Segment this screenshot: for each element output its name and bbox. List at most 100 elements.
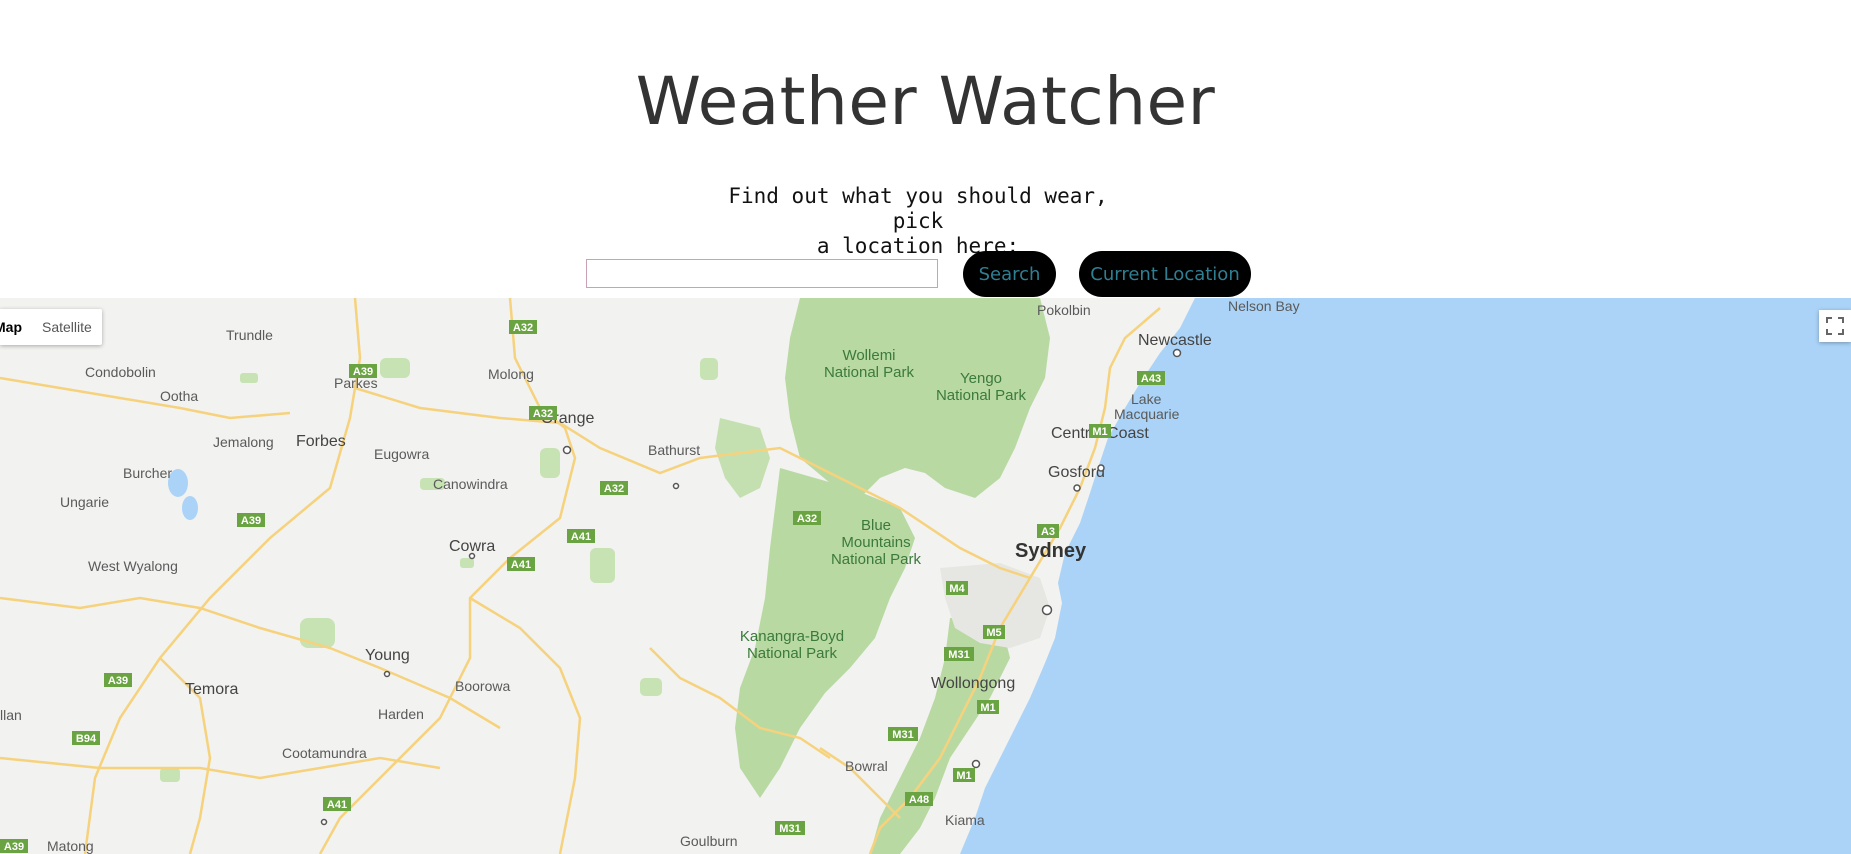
place-label: Eugowra xyxy=(374,446,429,462)
road-shield: M4 xyxy=(946,581,968,595)
svg-text:M5: M5 xyxy=(986,627,1001,639)
map-type-map-button[interactable]: Map xyxy=(0,309,32,345)
place-label: West Wyalong xyxy=(88,558,178,574)
place-label: Matong xyxy=(47,838,94,854)
park-label: Blue xyxy=(861,517,891,534)
park-label: National Park xyxy=(936,387,1027,404)
place-label: Goulburn xyxy=(680,833,738,849)
svg-text:A48: A48 xyxy=(909,794,929,806)
place-label: Temora xyxy=(185,681,238,698)
place-label: Boorowa xyxy=(455,678,510,694)
location-search-input[interactable] xyxy=(586,259,938,288)
road-shield: A41 xyxy=(323,797,351,811)
fullscreen-button[interactable] xyxy=(1819,310,1851,342)
road-shield: A43 xyxy=(1137,371,1165,385)
road-shield: A39 xyxy=(0,839,28,853)
place-label: Canowindra xyxy=(433,476,508,492)
park-label: Wollemi xyxy=(842,347,895,364)
place-label: Pokolbin xyxy=(1037,302,1091,318)
place-label: Lake xyxy=(1131,391,1162,407)
svg-text:M31: M31 xyxy=(892,729,913,741)
svg-text:A32: A32 xyxy=(513,322,533,334)
place-label: Kiama xyxy=(945,812,985,828)
road-shield: B94 xyxy=(72,731,100,745)
place-label: Harden xyxy=(378,706,424,722)
road-shield: A32 xyxy=(509,320,537,334)
place-label: Young xyxy=(365,647,410,664)
svg-text:A3: A3 xyxy=(1041,526,1055,538)
park-label: Mountains xyxy=(841,534,910,551)
road-shield: A39 xyxy=(237,513,265,527)
search-button[interactable]: Search xyxy=(963,251,1056,297)
svg-text:M1: M1 xyxy=(980,702,995,714)
road-shield: M31 xyxy=(888,727,918,741)
svg-text:M31: M31 xyxy=(948,649,969,661)
svg-text:A41: A41 xyxy=(511,559,531,571)
place-label: Bowral xyxy=(845,758,888,774)
place-label: Cootamundra xyxy=(282,745,367,761)
place-label: Nelson Bay xyxy=(1228,298,1300,314)
svg-text:M31: M31 xyxy=(779,823,800,835)
road-shield: A41 xyxy=(507,557,535,571)
park-label: National Park xyxy=(831,551,922,568)
svg-text:A32: A32 xyxy=(604,483,624,495)
svg-text:M1: M1 xyxy=(1092,426,1107,438)
road-shield: M1 xyxy=(1089,424,1111,438)
place-label: llan xyxy=(0,707,22,723)
road-shield: M31 xyxy=(775,821,805,835)
place-label: Forbes xyxy=(296,433,346,450)
road-shield: A3 xyxy=(1037,524,1059,538)
svg-text:A39: A39 xyxy=(4,841,24,853)
place-label: Burcher xyxy=(123,465,172,481)
road-shield: A39 xyxy=(349,364,377,378)
place-label: Newcastle xyxy=(1138,332,1212,349)
map[interactable]: Pokolbin Nelson Bay Newcastle Lake Macqu… xyxy=(0,298,1851,854)
road-shield: A48 xyxy=(905,792,933,806)
road-shield: A32 xyxy=(793,511,821,525)
current-location-button[interactable]: Current Location xyxy=(1079,251,1251,297)
road-shield: M31 xyxy=(944,647,974,661)
place-label: Macquarie xyxy=(1114,406,1180,422)
park-label: National Park xyxy=(747,645,838,662)
svg-text:A39: A39 xyxy=(108,675,128,687)
fullscreen-icon xyxy=(1826,317,1844,335)
road-shield: M5 xyxy=(983,625,1005,639)
road-shield: A41 xyxy=(567,529,595,543)
place-label: Molong xyxy=(488,366,534,382)
tagline: Find out what you should wear, pick a lo… xyxy=(700,184,1136,259)
road-shield: A39 xyxy=(104,673,132,687)
place-label: Cowra xyxy=(449,538,495,555)
place-label: Sydney xyxy=(1015,540,1087,562)
tagline-line-1: Find out what you should wear, pick xyxy=(728,184,1108,233)
place-label: Ootha xyxy=(160,388,198,404)
place-label: Condobolin xyxy=(85,364,156,380)
svg-text:A41: A41 xyxy=(571,531,591,543)
svg-text:A32: A32 xyxy=(533,408,553,420)
road-shield: M1 xyxy=(977,700,999,714)
map-canvas[interactable]: Pokolbin Nelson Bay Newcastle Lake Macqu… xyxy=(0,298,1851,854)
svg-text:A32: A32 xyxy=(797,513,817,525)
road-shield: M1 xyxy=(953,768,975,782)
place-label: Ungarie xyxy=(60,494,109,510)
park-label: National Park xyxy=(824,364,915,381)
svg-text:A39: A39 xyxy=(353,366,373,378)
svg-text:A43: A43 xyxy=(1141,373,1161,385)
svg-text:A41: A41 xyxy=(327,799,347,811)
svg-text:B94: B94 xyxy=(76,733,97,745)
park-label: Kanangra-Boyd xyxy=(740,628,844,645)
map-type-satellite-button[interactable]: Satellite xyxy=(32,309,102,345)
park-label: Yengo xyxy=(960,370,1002,387)
place-label: Trundle xyxy=(226,327,273,343)
place-label: Bathurst xyxy=(648,442,700,458)
place-label: Wollongong xyxy=(931,675,1015,692)
svg-text:M1: M1 xyxy=(956,770,971,782)
page-title: Weather Watcher xyxy=(635,63,1216,140)
road-shield: A32 xyxy=(529,406,557,420)
map-type-control: Map Satellite xyxy=(0,309,102,345)
road-shield: A32 xyxy=(600,481,628,495)
svg-text:A39: A39 xyxy=(241,515,261,527)
svg-text:M4: M4 xyxy=(949,583,965,595)
tagline-line-2: a location here: xyxy=(816,234,1020,258)
place-label: Jemalong xyxy=(213,434,274,450)
place-label: Gosford xyxy=(1048,464,1105,481)
